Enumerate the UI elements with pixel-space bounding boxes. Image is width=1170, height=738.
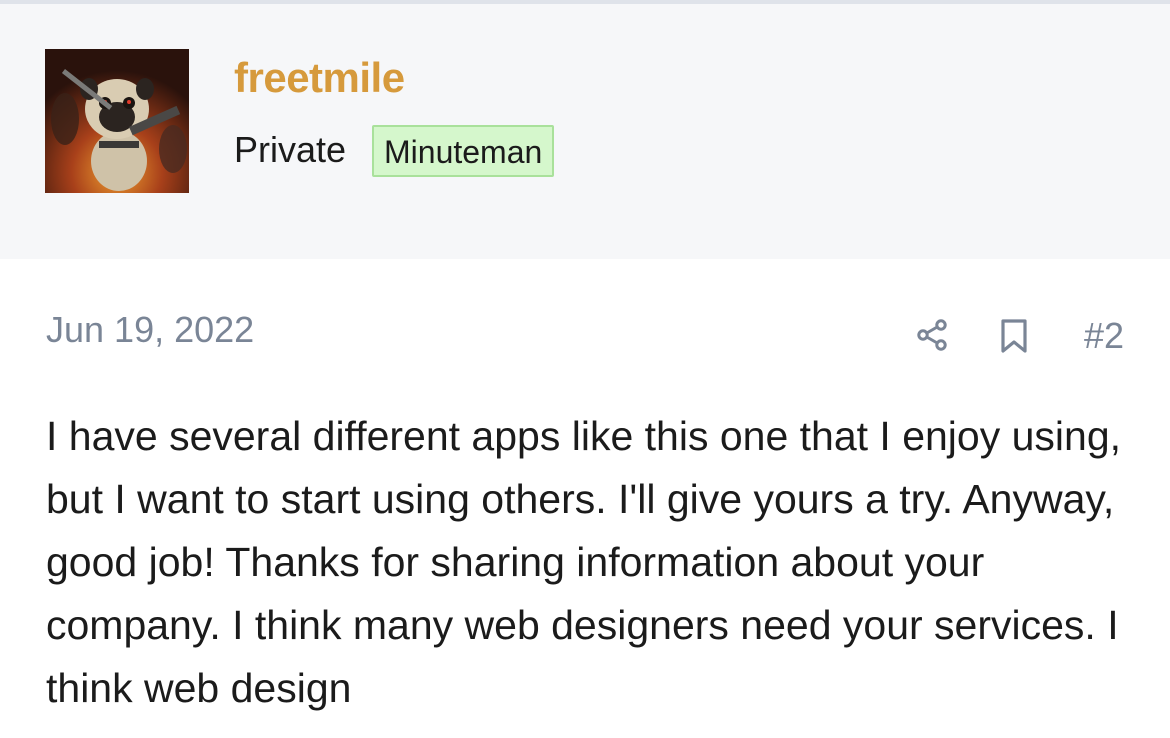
username[interactable]: freetmile [234, 54, 405, 102]
post-number-link[interactable]: #2 [1084, 314, 1124, 358]
post-meta-bar: Jun 19, 2022 #2 [0, 300, 1170, 370]
pug-avatar-icon [45, 49, 189, 193]
avatar[interactable] [45, 49, 189, 193]
post-date[interactable]: Jun 19, 2022 [46, 308, 254, 352]
share-icon[interactable] [914, 317, 950, 353]
bookmark-icon[interactable] [998, 318, 1030, 354]
user-badge: Minuteman [372, 125, 555, 177]
user-title: Private [234, 129, 347, 170]
post-body-text: I have several different apps like this … [46, 413, 1122, 711]
post-author-header: freetmile Private Minuteman [0, 4, 1170, 259]
